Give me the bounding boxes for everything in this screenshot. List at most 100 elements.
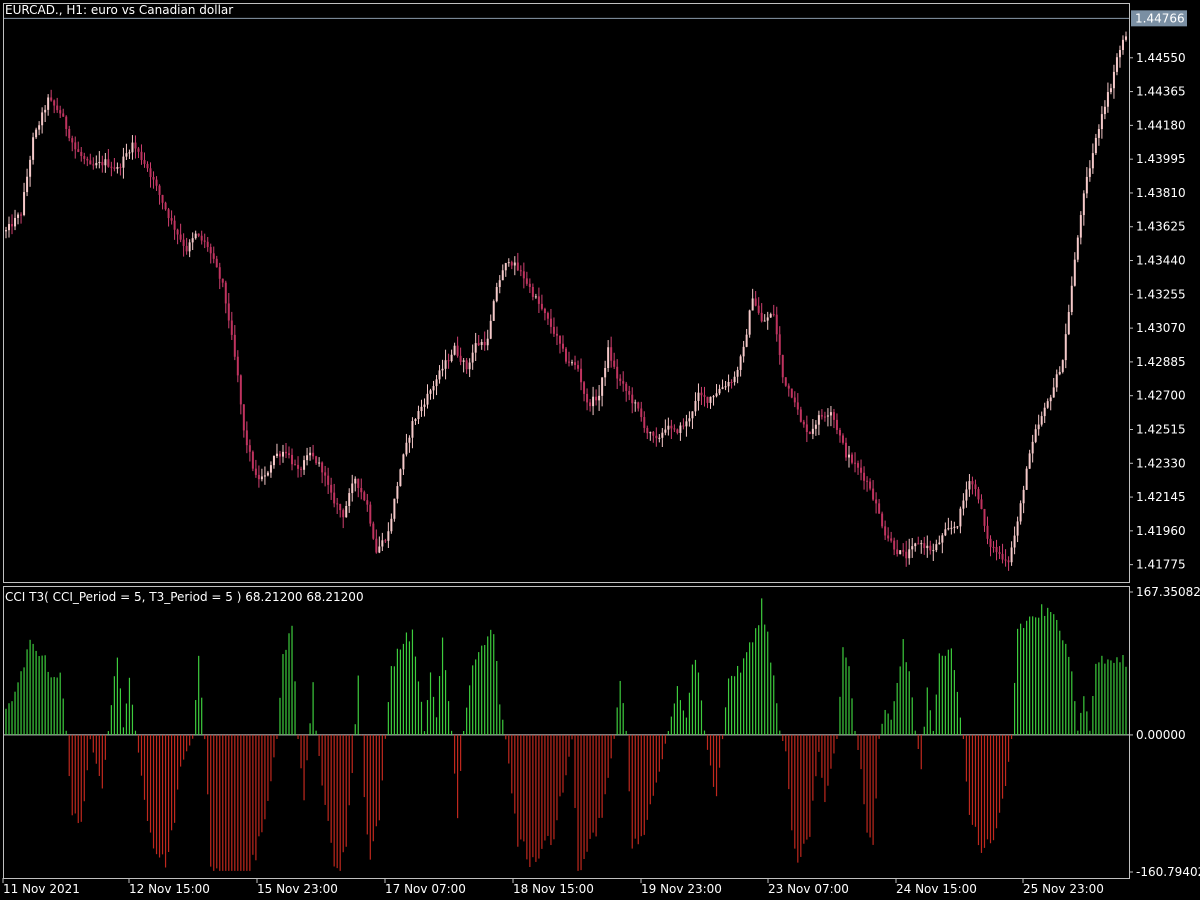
price-panel-frame: [3, 3, 1130, 583]
candle-body: [291, 454, 294, 465]
candle-body: [483, 342, 486, 346]
candle-body: [691, 411, 694, 419]
candle-body: [14, 217, 17, 227]
candle-body: [29, 159, 32, 177]
candle-body: [552, 326, 555, 334]
candle-body: [890, 538, 893, 541]
candle-body: [95, 162, 98, 166]
candle-body: [736, 369, 739, 377]
candle-body: [462, 360, 465, 362]
candle-body: [787, 385, 790, 389]
time-tick-label: 11 Nov 2021: [3, 882, 80, 896]
candle-body: [769, 314, 772, 318]
candle-body: [965, 489, 968, 501]
candle-body: [992, 546, 995, 548]
candle-body: [62, 113, 65, 117]
candle-body: [896, 549, 899, 555]
candle-body: [838, 429, 841, 436]
price-tick-label: 1.41775: [1136, 558, 1186, 572]
candle-body: [555, 333, 558, 336]
candle-body: [817, 415, 820, 425]
candle-body: [938, 542, 941, 545]
candle-body: [519, 270, 522, 272]
candle-body: [983, 509, 986, 526]
candle-body: [754, 298, 757, 306]
candle-body: [935, 544, 938, 551]
candle-body: [811, 428, 814, 434]
time-tick-label: 17 Nov 07:00: [385, 882, 466, 896]
candle-body: [598, 395, 601, 401]
candle-body: [140, 151, 143, 160]
candle-body: [35, 129, 38, 138]
candle-body: [480, 342, 483, 345]
candle-body: [682, 425, 685, 427]
cci-axis-ticks: 167.35082 0.00000 -160.79402: [1129, 585, 1200, 879]
candle-body: [899, 550, 902, 555]
cci-max-label: 167.35082: [1136, 585, 1200, 599]
candle-body: [944, 529, 947, 536]
candle-body: [297, 464, 300, 469]
candle-body: [5, 230, 7, 232]
candle-body: [661, 432, 664, 438]
candle-body: [823, 416, 826, 418]
candle-body: [26, 176, 29, 193]
candle-body: [866, 480, 869, 482]
candle-body: [1013, 535, 1016, 548]
candle-body: [41, 112, 44, 126]
candle-body: [113, 167, 116, 169]
candle-body: [432, 386, 435, 391]
candle-body: [492, 301, 495, 321]
cci-histogram: [4, 598, 1129, 871]
price-tick-label: 1.42700: [1136, 389, 1186, 403]
candle-body: [450, 354, 453, 361]
candle-body: [1025, 468, 1028, 490]
candle-body: [718, 388, 721, 394]
candle-body: [507, 262, 510, 264]
candle-body: [348, 493, 351, 506]
price-tick-label: 1.43625: [1136, 220, 1186, 234]
time-tick-label: 25 Nov 23:00: [1023, 882, 1104, 896]
candle-body: [357, 478, 360, 488]
candle-body: [814, 424, 817, 429]
candle-body: [215, 258, 218, 268]
price-tick-label: 1.44365: [1136, 85, 1186, 99]
candle-body: [905, 551, 908, 559]
candle-body: [209, 247, 212, 254]
candle-body: [1106, 92, 1109, 107]
candle-body: [977, 489, 980, 500]
candle-body: [489, 320, 492, 339]
candle-body: [998, 552, 1001, 554]
candle-body: [884, 526, 887, 536]
candle-body: [53, 100, 56, 106]
candle-body: [1028, 453, 1031, 469]
candle-body: [920, 543, 923, 545]
candle-body: [546, 313, 549, 319]
price-tick-label: 1.44550: [1136, 51, 1186, 65]
candle-body: [872, 488, 875, 500]
candle-body: [908, 549, 911, 559]
candle-body: [995, 546, 998, 553]
candle-body: [260, 476, 263, 480]
candle-body: [384, 540, 387, 542]
candle-body: [278, 453, 281, 457]
candle-body: [760, 312, 763, 322]
candle-body: [607, 347, 610, 369]
candle-body: [796, 402, 799, 410]
candle-body: [968, 481, 971, 490]
candle-body: [71, 138, 74, 143]
candle-body: [1088, 168, 1091, 177]
candle-body: [848, 454, 851, 458]
candle-body: [1001, 553, 1004, 560]
candle-body: [923, 543, 926, 549]
candle-body: [402, 454, 405, 470]
candle-body: [369, 504, 372, 524]
candle-body: [32, 137, 35, 160]
candle-body: [528, 283, 531, 287]
candle-body: [1079, 215, 1082, 238]
candle-body: [149, 168, 152, 178]
candle-body: [959, 508, 962, 527]
candle-body: [504, 263, 507, 271]
candle-body: [396, 486, 399, 499]
candle-body: [1034, 429, 1037, 442]
candle-body: [50, 97, 53, 101]
